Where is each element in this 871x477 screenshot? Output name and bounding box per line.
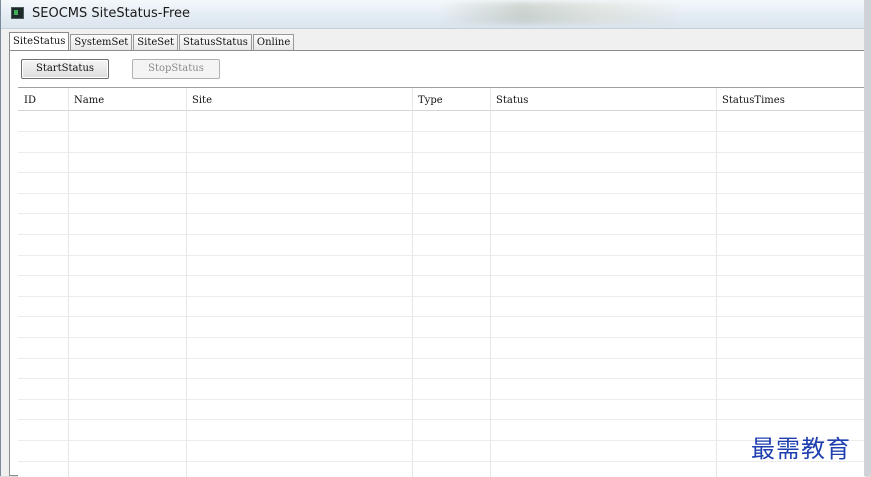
grid-row-separator <box>18 131 865 132</box>
title-bar[interactable]: SEOCMS SiteStatus-Free <box>1 0 864 29</box>
screen-edge <box>864 0 871 476</box>
app-terminal-icon <box>11 7 24 19</box>
grid-row-separator <box>18 419 865 420</box>
app-window: SEOCMS SiteStatus-Free SiteStatus System… <box>0 0 865 477</box>
stop-status-button[interactable]: StopStatus <box>132 59 220 79</box>
grid-row-separator <box>18 358 865 359</box>
title-bar-background-blur <box>441 2 681 24</box>
watermark-text: 最需教育 <box>751 435 851 463</box>
grid-row-separator <box>18 399 865 400</box>
column-header-id[interactable]: ID <box>18 88 68 110</box>
grid-row-separator <box>18 378 865 379</box>
column-header-type[interactable]: Type <box>412 88 490 110</box>
tab-online[interactable]: Online <box>252 34 295 50</box>
tab-statusstatus[interactable]: StatusStatus <box>179 34 252 50</box>
sitestatus-panel: StartStatus StopStatus ID Name Site Type… <box>9 50 865 477</box>
tab-strip: SiteStatus SystemSet SiteSet StatusStatu… <box>9 32 295 51</box>
grid-row-separator <box>18 440 865 441</box>
grid-row-separator <box>18 275 865 276</box>
start-status-button[interactable]: StartStatus <box>21 59 109 79</box>
grid-row-separator <box>18 172 865 173</box>
grid-row-separator <box>18 337 865 338</box>
grid-header: ID Name Site Type Status StatusTimes <box>18 88 865 111</box>
site-status-grid[interactable]: ID Name Site Type Status StatusTimes <box>18 87 865 477</box>
grid-row-separator <box>18 461 865 462</box>
tab-systemset[interactable]: SystemSet <box>70 34 133 50</box>
column-header-site[interactable]: Site <box>186 88 412 110</box>
grid-row-separator <box>18 193 865 194</box>
grid-row-separator <box>18 234 865 235</box>
column-header-status[interactable]: Status <box>490 88 716 110</box>
grid-row-separator <box>18 152 865 153</box>
window-title: SEOCMS SiteStatus-Free <box>32 6 191 21</box>
grid-row-separator <box>18 316 865 317</box>
grid-row-separator <box>18 296 865 297</box>
grid-row-separator <box>18 213 865 214</box>
tab-sitestatus[interactable]: SiteStatus <box>9 32 70 51</box>
column-header-statustimes[interactable]: StatusTimes <box>716 88 865 110</box>
grid-row-separator <box>18 255 865 256</box>
tab-siteset[interactable]: SiteSet <box>133 34 179 50</box>
column-header-name[interactable]: Name <box>68 88 186 110</box>
